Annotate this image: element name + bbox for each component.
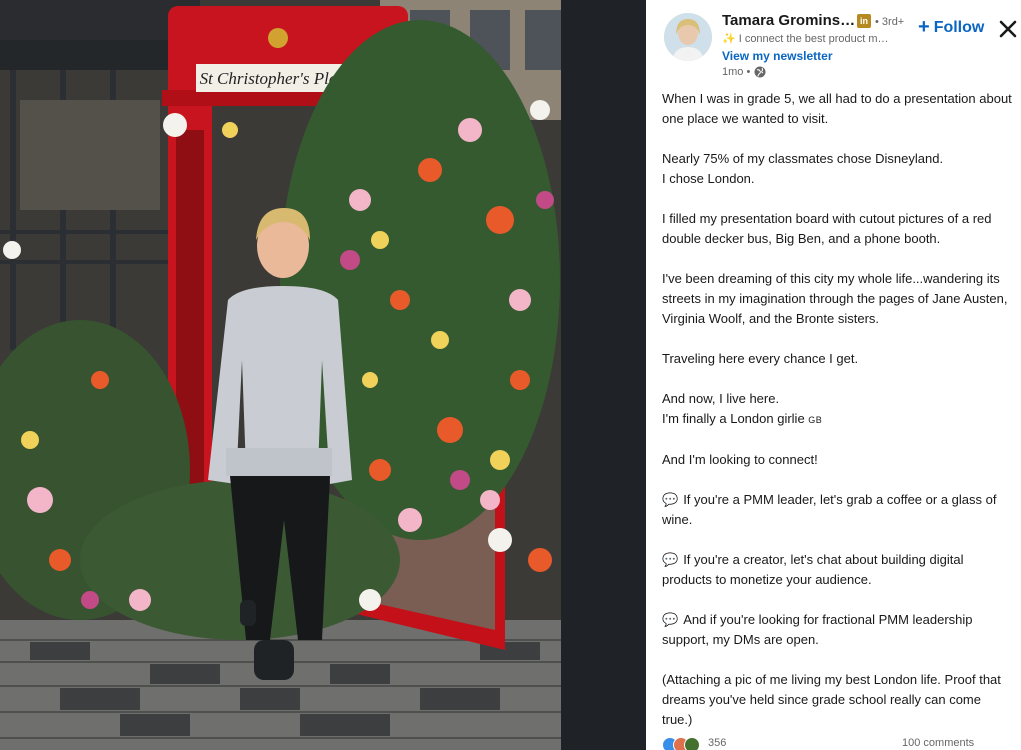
comment-count[interactable]: 100 comments — [902, 737, 974, 749]
post-paragraph: I filled my presentation board with cuto… — [662, 211, 992, 246]
speech-bubble-icon: 💬 — [662, 612, 679, 627]
connection-degree: • 3rd+ — [875, 16, 905, 28]
avatar-image — [664, 13, 712, 61]
photo-scene: St Christopher's Place — [0, 0, 561, 750]
post-bullet: 💬 And if you're looking for fractional PM… — [662, 610, 1014, 650]
post-line: I chose London. — [662, 171, 755, 186]
post-age: 1mo • — [722, 66, 751, 78]
post-line: I'm finally a London girlie — [662, 411, 805, 426]
post-paragraph: Nearly 75% of my classmates chose Disney… — [662, 149, 1014, 189]
post-line: And now, I live here. — [662, 391, 780, 406]
follow-button[interactable]: + Follow — [918, 16, 984, 39]
post-paragraph: (Attaching a pic of me living my best Lo… — [662, 672, 1001, 727]
author-headline: ✨ I connect the best product m… — [722, 32, 907, 45]
close-icon[interactable] — [996, 17, 1020, 41]
post-paragraph: When I was in grade 5, we all had to do … — [662, 91, 1012, 126]
post-paragraph: Traveling here every chance I get. — [662, 351, 859, 366]
post-bullet: 💬 If you're a PMM leader, let's grab a co… — [662, 490, 1014, 530]
author-name[interactable]: Tamara Gromins… — [722, 12, 855, 29]
post-body: When I was in grade 5, we all had to do … — [662, 89, 1014, 750]
post-line: Nearly 75% of my classmates chose Disney… — [662, 151, 944, 166]
linkedin-premium-icon: in — [857, 14, 871, 28]
headline-text: I connect the best product m… — [738, 33, 889, 45]
post-paragraph: I've been dreaming of this city my whole… — [662, 271, 1008, 326]
speech-bubble-icon: 💬 — [662, 552, 679, 567]
bullet-text: If you're a PMM leader, let's grab a cof… — [662, 492, 997, 527]
sparkle-icon: ✨ — [722, 33, 736, 45]
post-photo: St Christopher's Place — [0, 0, 561, 750]
post-bullet: 💬 If you're a creator, let's chat about b… — [662, 550, 1014, 590]
newsletter-link[interactable]: View my newsletter — [722, 49, 833, 63]
post-paragraph: And now, I live here. I'm finally a Londo… — [662, 389, 1014, 430]
bullet-text: If you're a creator, let's chat about bu… — [662, 552, 964, 587]
reaction-count[interactable]: 356 — [708, 737, 726, 749]
social-counts: 356 100 comments — [662, 734, 1002, 750]
avatar[interactable] — [664, 13, 712, 61]
plus-icon: + — [918, 16, 930, 38]
speech-bubble-icon: 💬 — [662, 492, 679, 507]
post-paragraph: And I'm looking to connect! — [662, 452, 818, 467]
post-detail-panel: Tamara Gromins… in • 3rd+ ✨ I connect the… — [646, 0, 1021, 750]
follow-label: Follow — [933, 19, 985, 36]
globe-icon — [754, 66, 766, 78]
gb-flag-icon: GB — [808, 415, 823, 425]
celebrate-reaction-icon — [684, 737, 700, 750]
bullet-text: And if you're looking for fractional PMM… — [662, 612, 973, 647]
overlay-gutter — [561, 0, 646, 750]
post-time: 1mo • — [722, 66, 766, 78]
